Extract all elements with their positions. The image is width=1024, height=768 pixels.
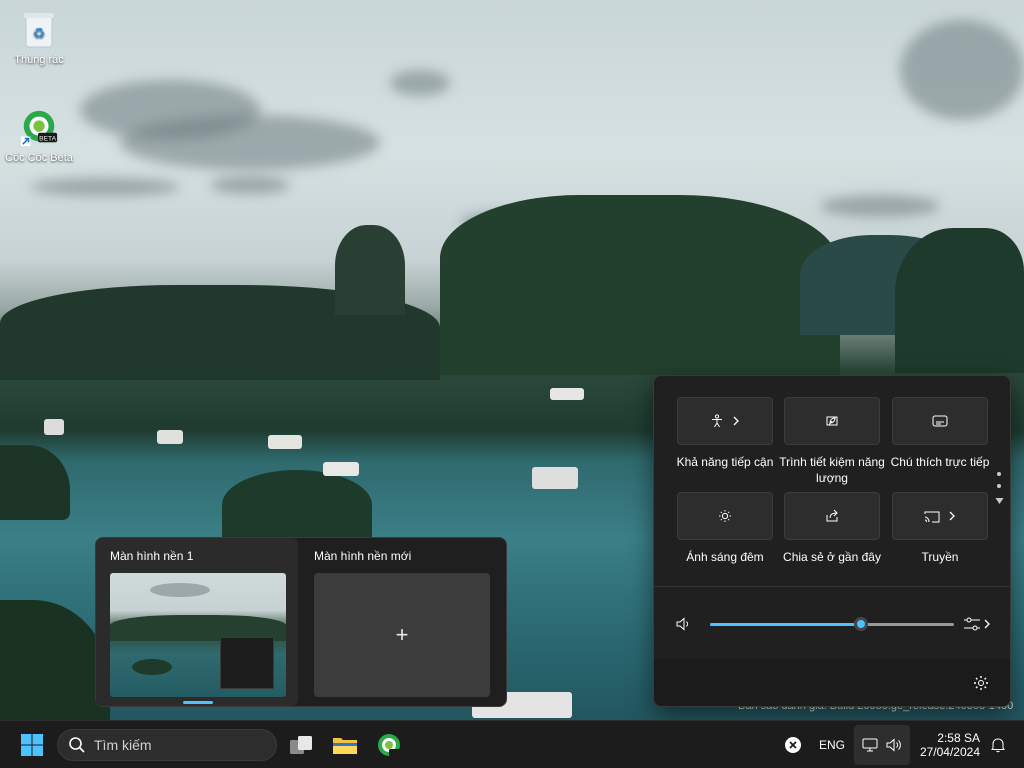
boat [268,435,302,449]
desktop: ♻ Thùng rác BETA Cốc Cốc Beta Bản sao đá… [0,0,1024,768]
island [335,225,405,315]
search-placeholder: Tìm kiếm [94,737,152,753]
svg-text:BETA: BETA [39,135,56,142]
search-icon [69,737,85,753]
tile-nearby-share[interactable] [784,492,880,540]
tile-night-light[interactable] [677,492,773,540]
cloud [120,115,380,170]
coccoc-beta-icon [378,734,401,756]
night-light-icon [719,510,731,522]
task-view-button[interactable] [283,725,319,765]
island [0,600,110,720]
new-desktop-card[interactable]: Màn hình nền mới + [300,538,506,706]
cloud [820,195,940,217]
gear-icon[interactable] [973,675,989,691]
cloud [210,176,290,194]
start-button[interactable] [12,725,52,765]
cast-icon [924,511,940,522]
chevron-right-icon[interactable] [983,619,991,629]
nearby-share-icon [826,509,838,522]
quick-settings-panel: Khả năng tiếp cận Trình tiết kiệm năng l… [653,375,1011,707]
island [0,445,70,520]
language-indicator[interactable]: ENG [815,725,849,765]
virtual-desktop-title: Màn hình nền 1 [110,549,194,563]
svg-text:♻: ♻ [33,25,46,41]
tile-cast[interactable] [892,492,988,540]
windows-logo-icon [21,734,43,756]
volume-thumb[interactable] [854,617,869,631]
virtual-desktop-switcher: Màn hình nền 1 Màn hình nền mới + [95,537,507,707]
virtual-desktop-thumbnail [110,573,286,697]
virtual-desktop-title: Màn hình nền mới [314,549,412,563]
close-circle-icon [785,737,801,753]
virtual-desktop-card[interactable]: Màn hình nền 1 [96,538,298,706]
active-desktop-indicator [183,701,213,704]
coccoc-beta-icon: BETA [19,108,59,148]
taskbar: Tìm kiếm ENG 2:58 SA 27/04/2024 [0,720,1024,768]
tile-energy-saver[interactable] [784,397,880,445]
boat [157,430,183,444]
network-volume-button[interactable] [854,725,910,765]
notifications-button[interactable] [986,725,1010,765]
volume-slider[interactable] [710,617,954,631]
caret-down-icon[interactable] [995,497,1004,505]
speaker-icon[interactable] [676,617,692,631]
audio-output-icon[interactable] [963,616,981,632]
cloud [390,70,450,96]
desktop-icon-recycle-bin[interactable]: ♻ Thùng rác [2,10,76,66]
page-dot[interactable] [997,472,1001,476]
tile-label: Truyền [921,550,959,564]
cloud [900,20,1024,120]
tile-live-captions[interactable] [892,397,988,445]
close-notification-button[interactable] [778,725,808,765]
task-view-icon [290,736,312,754]
tile-label: Chú thích trực tiếp [890,455,990,469]
chevron-right-icon [949,511,955,521]
tile-accessibility[interactable] [677,397,773,445]
island [222,470,372,540]
boat [532,467,578,489]
boat [550,388,584,400]
file-explorer-icon [333,738,357,754]
live-captions-icon [932,415,948,427]
desktop-icon-coccoc[interactable]: BETA Cốc Cốc Beta [2,108,76,164]
tile-label: Khả năng tiếp cận [676,455,774,469]
tile-label: Ánh sáng đêm [686,550,764,564]
page-dot[interactable] [997,484,1001,488]
island [440,195,840,375]
file-explorer-button[interactable] [327,725,363,765]
island [895,228,1024,373]
coccoc-taskbar-button[interactable] [371,725,407,765]
add-desktop-button[interactable]: + [314,573,490,697]
boat [323,462,359,476]
desktop-icon-label: Thùng rác [14,54,64,66]
clock-date: 27/04/2024 [919,745,980,759]
volume-fill [710,623,862,626]
boat [44,419,64,435]
tile-label: Chia sẻ ở gần đây [783,550,881,564]
desktop-icon-label: Cốc Cốc Beta [5,152,73,164]
network-icon [862,738,878,752]
tile-label: Trình tiết kiệm năng lượng [779,455,885,485]
recycle-bin-icon: ♻ [19,10,59,50]
clock-time: 2:58 SA [937,731,980,745]
bell-icon [991,738,1005,753]
quick-settings-footer [654,659,1010,706]
energy-saver-icon [826,416,838,426]
clock[interactable]: 2:58 SA 27/04/2024 [914,725,984,765]
cloud [30,178,180,196]
chevron-right-icon [733,416,739,426]
plus-icon: + [395,622,409,647]
volume-icon [886,738,901,752]
divider [654,586,1010,587]
accessibility-icon [712,414,722,428]
search-input[interactable]: Tìm kiếm [57,729,277,761]
